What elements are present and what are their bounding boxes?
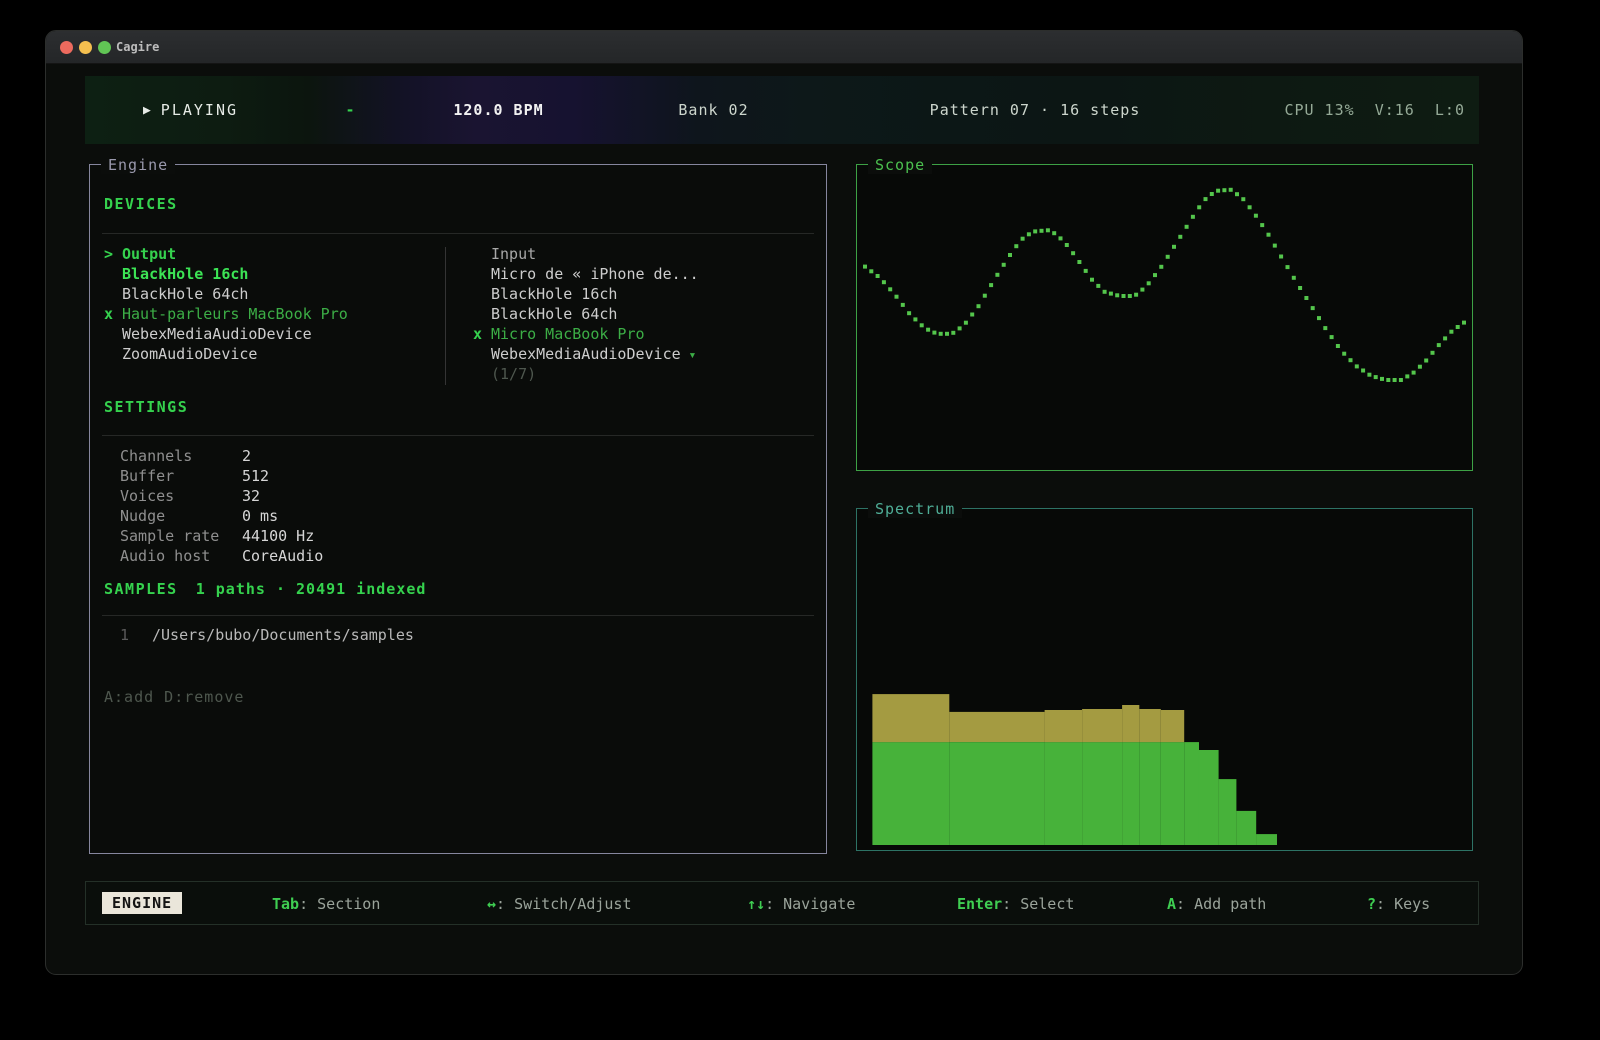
output-device-item-label: BlackHole 16ch [122, 265, 248, 283]
engine-panel-title: Engine [101, 156, 175, 174]
transport-bar: ▶ PLAYING - 120.0 BPM Bank 02 Pattern 07 … [85, 76, 1479, 144]
input-device-item[interactable]: WebexMediaAudioDevice ▾ [473, 344, 699, 364]
samples-keys-hint: A:add D:remove [104, 688, 244, 706]
spectrum-panel: Spectrum [856, 508, 1473, 851]
window-title: Cagire [116, 40, 159, 54]
pattern-display[interactable]: Pattern 07 · 16 steps [811, 76, 1259, 144]
setting-row[interactable]: Nudge0 ms [120, 506, 323, 526]
setting-row[interactable]: Voices32 [120, 486, 323, 506]
sample-path-index: 1 [120, 626, 152, 644]
setting-row[interactable]: Audio hostCoreAudio [120, 546, 323, 566]
titlebar: Cagire [46, 31, 1522, 64]
setting-label: Buffer [120, 466, 242, 486]
settings-separator [102, 435, 814, 436]
mode-badge: ENGINE [102, 892, 182, 914]
output-device-item[interactable]: WebexMediaAudioDevice [104, 324, 348, 344]
bank-display[interactable]: Bank 02 [616, 76, 811, 144]
setting-label: Channels [120, 446, 242, 466]
hint-navigate: ↑↓: Navigate [747, 895, 855, 913]
samples-separator [102, 615, 814, 616]
scope-waveform [857, 165, 1472, 470]
settings-heading: SETTINGS [104, 398, 188, 416]
status-bar: ENGINE Tab: Section ↔: Switch/Adjust ↑↓:… [85, 881, 1479, 925]
input-device-item[interactable]: xMicro MacBook Pro [473, 324, 699, 344]
samples-summary: 1 paths · 20491 indexed [196, 580, 427, 598]
output-device-item-label: Haut-parleurs MacBook Pro [122, 305, 348, 323]
bpm-display[interactable]: 120.0 BPM [381, 76, 616, 144]
app-window: Cagire ▶ PLAYING - 120.0 BPM Bank 02 Patt… [45, 30, 1523, 975]
hint-tab: Tab: Section [272, 895, 380, 913]
samples-heading: SAMPLES [104, 580, 178, 598]
setting-row[interactable]: Channels2 [120, 446, 323, 466]
input-device-item-label: BlackHole 64ch [491, 305, 617, 323]
setting-label: Audio host [120, 546, 242, 566]
cursor-marker: > [104, 244, 122, 264]
input-device-item-label: Micro de « iPhone de... [491, 265, 699, 283]
setting-label: Voices [120, 486, 242, 506]
device-column-divider [445, 247, 446, 385]
settings-rows: Channels2Buffer512Voices32Nudge0 msSampl… [120, 446, 323, 566]
more-below-icon: ▾ [681, 348, 697, 363]
output-device-item[interactable]: xHaut-parleurs MacBook Pro [104, 304, 348, 324]
scope-panel-title: Scope [868, 156, 932, 174]
zoom-button[interactable] [98, 41, 111, 54]
output-device-item[interactable]: BlackHole 16ch [104, 264, 348, 284]
play-icon: ▶ [143, 103, 151, 118]
setting-value: 32 [242, 487, 260, 505]
input-device-item-label: WebexMediaAudioDevice [491, 345, 681, 363]
output-device-header[interactable]: >Output [104, 244, 348, 264]
minimize-button[interactable] [79, 41, 92, 54]
input-device-list: Input Micro de « iPhone de... BlackHole 16… [473, 244, 699, 384]
setting-value: 2 [242, 447, 251, 465]
spectrum-bars [857, 509, 1472, 850]
input-device-item-label: BlackHole 16ch [491, 285, 617, 303]
hint-select: Enter: Select [957, 895, 1074, 913]
setting-value: 0 ms [242, 507, 278, 525]
output-device-item[interactable]: BlackHole 64ch [104, 284, 348, 304]
setting-label: Nudge [120, 506, 242, 526]
input-device-item[interactable]: Micro de « iPhone de... [473, 264, 699, 284]
sample-path-text: /Users/bubo/Documents/samples [152, 626, 414, 644]
transport-label: PLAYING [161, 101, 238, 119]
hint-keys: ?: Keys [1367, 895, 1430, 913]
input-device-item-label: Micro MacBook Pro [491, 325, 645, 343]
hint-switch: ↔: Switch/Adjust [487, 895, 632, 913]
setting-value: CoreAudio [242, 547, 323, 565]
input-device-item[interactable]: BlackHole 64ch [473, 304, 699, 324]
output-device-item-label: ZoomAudioDevice [122, 345, 257, 363]
setting-value: 512 [242, 467, 269, 485]
output-device-item-label: BlackHole 64ch [122, 285, 248, 303]
output-device-item-label: WebexMediaAudioDevice [122, 325, 312, 343]
screen: Cagire ▶ PLAYING - 120.0 BPM Bank 02 Patt… [0, 0, 1600, 1040]
setting-row[interactable]: Buffer512 [120, 466, 323, 486]
output-device-item[interactable]: ZoomAudioDevice [104, 344, 348, 364]
devices-separator [102, 233, 814, 234]
sample-path-row[interactable]: 1/Users/bubo/Documents/samples [120, 626, 414, 644]
input-device-header[interactable]: Input [473, 244, 699, 264]
output-device-list: >OutputBlackHole 16chBlackHole 64chxHaut… [104, 244, 348, 364]
transport-status: ▶ PLAYING [85, 76, 296, 144]
setting-label: Sample rate [120, 526, 242, 546]
scope-panel: Scope [856, 164, 1473, 471]
active-device-marker: x [473, 324, 491, 344]
spectrum-panel-title: Spectrum [868, 500, 962, 518]
setting-value: 44100 Hz [242, 527, 314, 545]
engine-panel: Engine DEVICES >OutputBlackHole 16chBlac… [89, 164, 827, 854]
input-device-item[interactable]: BlackHole 16ch [473, 284, 699, 304]
close-button[interactable] [60, 41, 73, 54]
input-device-pager: (1/7) [473, 364, 699, 384]
samples-heading-row: SAMPLES 1 paths · 20491 indexed [104, 580, 426, 598]
cpu-stats: CPU 13% V:16 L:0 [1284, 76, 1465, 144]
output-device-header-label: Output [122, 245, 176, 263]
hint-add-path: A: Add path [1167, 895, 1266, 913]
active-device-marker: x [104, 304, 122, 324]
devices-heading: DEVICES [104, 195, 178, 213]
setting-row[interactable]: Sample rate44100 Hz [120, 526, 323, 546]
beat-tick: - [335, 76, 365, 144]
input-device-header-label: Input [491, 245, 536, 263]
